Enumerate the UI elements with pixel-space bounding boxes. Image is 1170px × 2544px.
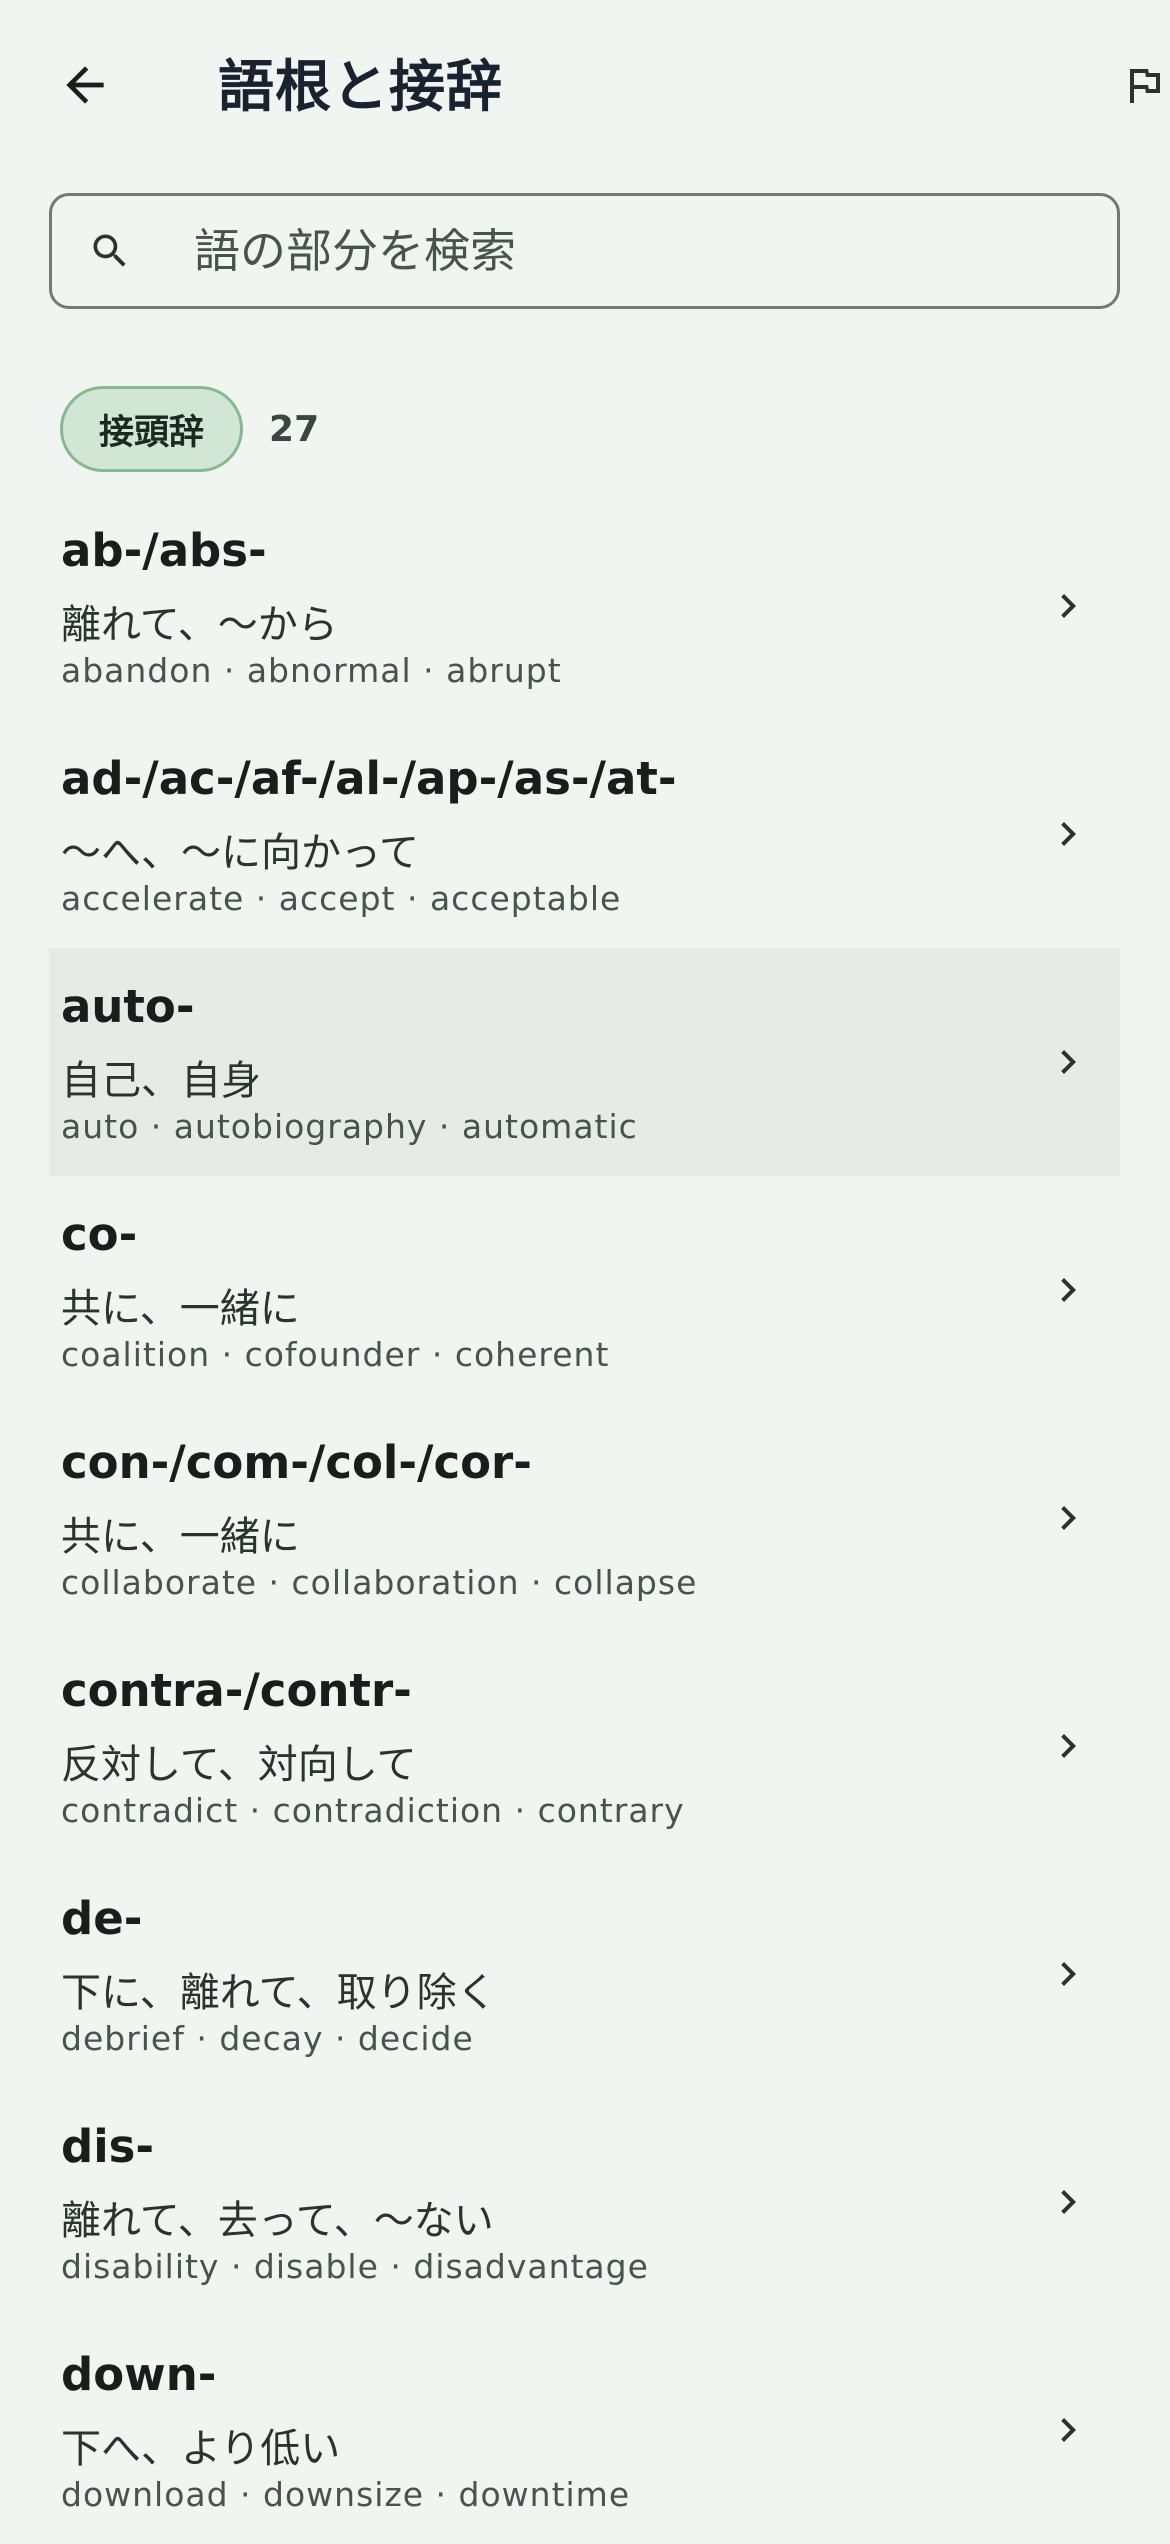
affix-list: ab-/abs- 離れて、〜から abandon · abnormal · ab… bbox=[49, 492, 1120, 2544]
arrow-back-icon bbox=[66, 66, 104, 104]
chevron-right-icon bbox=[1061, 822, 1076, 846]
item-examples: debrief · decay · decide bbox=[61, 2019, 474, 2058]
chevron-right-icon bbox=[1061, 2418, 1076, 2442]
item-title: ab-/abs- bbox=[61, 524, 267, 577]
item-title: con-/com-/col-/cor- bbox=[61, 1436, 532, 1489]
item-examples: download · downsize · downtime bbox=[61, 2475, 631, 2514]
list-item[interactable]: down- 下へ、より低い download · downsize · down… bbox=[49, 2316, 1120, 2544]
item-meaning: 共に、一緒に bbox=[61, 1286, 300, 1332]
result-count: 27 bbox=[269, 408, 320, 450]
item-title: contra-/contr- bbox=[61, 1664, 412, 1717]
item-meaning: 下に、離れて、取り除く bbox=[61, 1970, 497, 2016]
flag-icon bbox=[1130, 69, 1160, 103]
item-meaning: 離れて、去って、〜ない bbox=[61, 2198, 494, 2244]
list-item[interactable]: auto- 自己、自身 auto · autobiography · autom… bbox=[49, 948, 1120, 1176]
item-examples: contradict · contradiction · contrary bbox=[61, 1791, 685, 1830]
item-examples: coalition · cofounder · coherent bbox=[61, 1335, 610, 1374]
list-item[interactable]: ab-/abs- 離れて、〜から abandon · abnormal · ab… bbox=[49, 492, 1120, 720]
list-item[interactable]: con-/com-/col-/cor- 共に、一緒に collaborate ·… bbox=[49, 1404, 1120, 1632]
item-title: co- bbox=[61, 1208, 138, 1261]
chevron-right-icon bbox=[1061, 2190, 1076, 2214]
item-meaning: 〜へ、〜に向かって bbox=[61, 830, 419, 876]
item-meaning: 下へ、より低い bbox=[61, 2426, 341, 2472]
item-title: de- bbox=[61, 1892, 143, 1945]
list-item[interactable]: co- 共に、一緒に coalition · cofounder · coher… bbox=[49, 1176, 1120, 1404]
filter-row: 接頭辞 27 bbox=[60, 384, 319, 474]
app-bar: 語根と接辞 bbox=[0, 0, 1170, 170]
report-flag-button[interactable] bbox=[1110, 45, 1170, 125]
item-meaning: 自己、自身 bbox=[61, 1058, 261, 1104]
item-title: ad-/ac-/af-/al-/ap-/as-/at- bbox=[61, 752, 677, 805]
list-item[interactable]: ad-/ac-/af-/al-/ap-/as-/at- 〜へ、〜に向かって ac… bbox=[49, 720, 1120, 948]
search-box[interactable] bbox=[49, 193, 1120, 309]
chevron-right-icon bbox=[1061, 1278, 1076, 1302]
list-item[interactable]: dis- 離れて、去って、〜ない disability · disable · … bbox=[49, 2088, 1120, 2316]
list-item[interactable]: de- 下に、離れて、取り除く debrief · decay · decide bbox=[49, 1860, 1120, 2088]
chevron-right-icon bbox=[1061, 1962, 1076, 1986]
filter-chip-prefix[interactable]: 接頭辞 bbox=[60, 386, 244, 472]
item-examples: collaborate · collaboration · collapse bbox=[61, 1563, 698, 1602]
item-meaning: 離れて、〜から bbox=[61, 602, 338, 648]
item-title: dis- bbox=[61, 2120, 155, 2173]
chevron-right-icon bbox=[1061, 1506, 1076, 1530]
item-examples: abandon · abnormal · abrupt bbox=[61, 651, 562, 690]
item-examples: auto · autobiography · automatic bbox=[61, 1107, 638, 1146]
item-title: auto- bbox=[61, 980, 195, 1033]
list-item[interactable]: contra-/contr- 反対して、対向して contradict · co… bbox=[49, 1632, 1120, 1860]
chevron-right-icon bbox=[1061, 1734, 1076, 1758]
item-examples: accelerate · accept · acceptable bbox=[61, 879, 622, 918]
chevron-right-icon bbox=[1061, 1050, 1076, 1074]
chevron-right-icon bbox=[1061, 594, 1076, 618]
item-examples: disability · disable · disadvantage bbox=[61, 2247, 649, 2286]
back-button[interactable] bbox=[40, 45, 130, 125]
page-title: 語根と接辞 bbox=[218, 55, 503, 120]
item-meaning: 共に、一緒に bbox=[61, 1514, 300, 1560]
item-title: down- bbox=[61, 2348, 217, 2401]
search-input[interactable] bbox=[192, 223, 1117, 279]
item-meaning: 反対して、対向して bbox=[61, 1742, 417, 1788]
search-icon bbox=[93, 234, 126, 267]
